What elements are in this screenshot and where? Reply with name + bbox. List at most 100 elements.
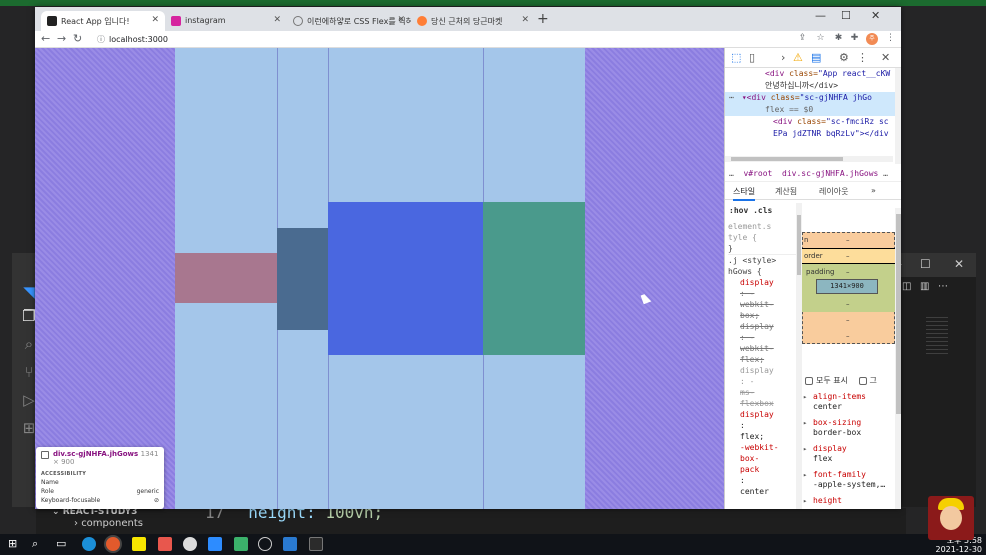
explorer-tree-item[interactable]: › components (74, 518, 143, 529)
reload-icon[interactable]: ↻ (73, 32, 82, 45)
close-tab-icon[interactable]: ✕ (273, 15, 281, 25)
flex-item-pink[interactable] (175, 253, 277, 303)
breadcrumb-ellipsis[interactable]: … (883, 169, 888, 178)
vscode-taskbar-icon[interactable] (283, 537, 297, 551)
extension-icon[interactable]: ✱ (833, 33, 844, 44)
breadcrumb-current[interactable]: div.sc-gjNHFA.jhGows (782, 169, 878, 178)
edge-icon[interactable] (82, 537, 96, 551)
flex-badge[interactable]: flex == $0 (765, 105, 813, 114)
flex-item-blue[interactable] (328, 202, 483, 355)
elements-tree[interactable]: <div class="App react__cKW 안녕하십니까</div> … (725, 68, 895, 156)
computed-list[interactable]: ▸ align-items center ▸ box-sizing border-box… (803, 392, 896, 509)
vscode-maximize-button[interactable]: ☐ (920, 257, 931, 271)
group-checkbox[interactable] (858, 376, 867, 385)
split-editor-icon[interactable]: ◫ (902, 281, 911, 292)
app-icon-red[interactable] (158, 537, 172, 551)
dom-line[interactable]: EPa jdZTNR bqRzLv"></div (725, 128, 895, 140)
message-icon[interactable]: ▤ (811, 51, 821, 64)
expand-arrow-icon[interactable]: ▸ (803, 418, 807, 428)
address-bar[interactable]: ⓘ localhost:3000 (87, 33, 787, 46)
breadcrumb-ellipsis[interactable]: … (729, 169, 734, 178)
info-icon[interactable]: ⓘ (97, 35, 105, 44)
close-tab-icon[interactable]: ✕ (397, 15, 405, 25)
inspect-element-icon[interactable]: ⬚ (731, 51, 741, 64)
app-icon-green[interactable] (234, 537, 248, 551)
flex-item-teal[interactable] (483, 202, 585, 355)
task-view-icon[interactable]: ▭ (56, 537, 70, 551)
github-icon[interactable] (258, 537, 272, 551)
tab-instagram[interactable]: instagram ✕ (165, 11, 287, 31)
close-tab-icon[interactable]: ✕ (521, 15, 529, 25)
box-model-content[interactable]: 1341×900 (816, 279, 878, 294)
dom-line-selected[interactable]: flex == $0 (725, 104, 895, 116)
back-icon[interactable]: ← (41, 32, 50, 45)
style-prop[interactable]: -webkit- (728, 442, 797, 453)
style-prop[interactable]: display (728, 365, 797, 376)
box-model-diagram[interactable]: n – order – padding – 1341×900 – – – (802, 232, 895, 346)
styles-filter[interactable]: :hov .cls (725, 203, 800, 219)
extension-puzzle-icon[interactable]: ✚ (849, 33, 860, 44)
new-tab-button[interactable]: + (537, 11, 549, 27)
taskbar-search-icon[interactable]: ⌕ (32, 537, 46, 551)
flex-item-slate[interactable] (277, 228, 328, 330)
computed-item[interactable]: ▸ font-family -apple-system,… (803, 470, 896, 490)
chrome-menu-icon[interactable]: ⋮ (885, 33, 896, 44)
computed-item[interactable]: ▸ box-sizing border-box (803, 418, 896, 438)
expand-arrow-icon[interactable]: ▸ (803, 444, 807, 454)
page-viewport[interactable] (35, 48, 724, 509)
profile-avatar[interactable]: 주 (866, 33, 878, 45)
dom-line-selected[interactable]: ⋯ ▾<div class="sc-gjNHFA jhGo (725, 92, 895, 104)
styles-rules[interactable]: element.s tyle { } .j <style> hGows { di… (725, 221, 797, 509)
expand-arrow-icon[interactable]: ▸ (803, 470, 807, 480)
expand-arrow-icon[interactable]: ▸ (803, 392, 807, 402)
scroll-thumb[interactable] (797, 215, 801, 275)
devtools-close-icon[interactable]: ✕ (881, 51, 890, 64)
scroll-thumb[interactable] (896, 214, 901, 414)
windows-start-icon[interactable]: ⊞ (8, 537, 22, 551)
share-icon[interactable]: ⇪ (797, 33, 808, 44)
more-subtabs-icon[interactable]: » (871, 186, 876, 195)
more-tabs-icon[interactable]: › (781, 51, 785, 64)
show-all-checkbox[interactable] (805, 376, 813, 385)
tab-computed[interactable]: 계산됨 (775, 186, 797, 197)
breadcrumb-root[interactable]: v#root (743, 169, 772, 178)
dom-line[interactable]: <div class="sc-fmciRz sc (725, 116, 895, 128)
style-prop[interactable]: display (728, 321, 797, 332)
device-toolbar-icon[interactable]: ▯ (749, 51, 755, 64)
devtools-menu-icon[interactable]: ⋮ (857, 51, 868, 64)
style-prop[interactable]: display (728, 409, 797, 420)
dom-line[interactable]: <div class="App react__cKW (725, 68, 895, 80)
tab-styles[interactable]: 스타일 (733, 186, 756, 201)
bookmark-star-icon[interactable]: ☆ (815, 33, 826, 44)
chrome-maximize-button[interactable]: ☐ (841, 9, 851, 22)
chrome-icon[interactable] (106, 537, 120, 551)
kakaotalk-icon[interactable] (132, 537, 146, 551)
zoom-icon[interactable] (208, 537, 222, 551)
app-icon-white[interactable] (183, 537, 197, 551)
chrome-close-button[interactable]: ✕ (871, 9, 880, 22)
computed-item[interactable]: ▸ display flex (803, 444, 896, 464)
computed-item[interactable]: ▸ align-items center (803, 392, 896, 412)
minimap[interactable] (926, 317, 948, 357)
tab-css-flex[interactable]: 이런에하얗로 CSS Flex를 익혀보 ✕ (287, 11, 411, 31)
close-tab-icon[interactable]: ✕ (151, 15, 159, 25)
computed-item[interactable]: ▸ height (803, 496, 896, 506)
forward-icon[interactable]: → (57, 32, 66, 45)
chrome-minimize-button[interactable]: — (815, 9, 826, 22)
vscode-close-button[interactable]: ✕ (954, 257, 964, 271)
tab-layout[interactable]: 레이아웃 (819, 186, 848, 197)
terminal-icon[interactable] (309, 537, 323, 551)
style-prop[interactable]: display (728, 277, 797, 288)
elements-scrollbar[interactable] (895, 68, 901, 164)
tab-daangn[interactable]: 당신 근처의 당근마켓 ✕ (411, 11, 535, 31)
warning-icon[interactable]: ⚠ (793, 51, 803, 64)
tab-react-app[interactable]: React App 입니다! ✕ (41, 11, 165, 31)
dom-line[interactable]: 안녕하십니까</div> (725, 80, 895, 92)
dom-ellipsis-icon[interactable]: ⋯ (729, 93, 734, 102)
show-all-toggle[interactable]: 모두 표시 그 (805, 375, 877, 386)
more-actions-icon[interactable]: ⋯ (938, 281, 948, 292)
layout-icon[interactable]: ▥ (920, 281, 929, 292)
expand-arrow-icon[interactable]: ▸ (803, 496, 807, 506)
elements-hscrollbar[interactable] (725, 156, 893, 162)
scroll-thumb[interactable] (731, 157, 843, 161)
